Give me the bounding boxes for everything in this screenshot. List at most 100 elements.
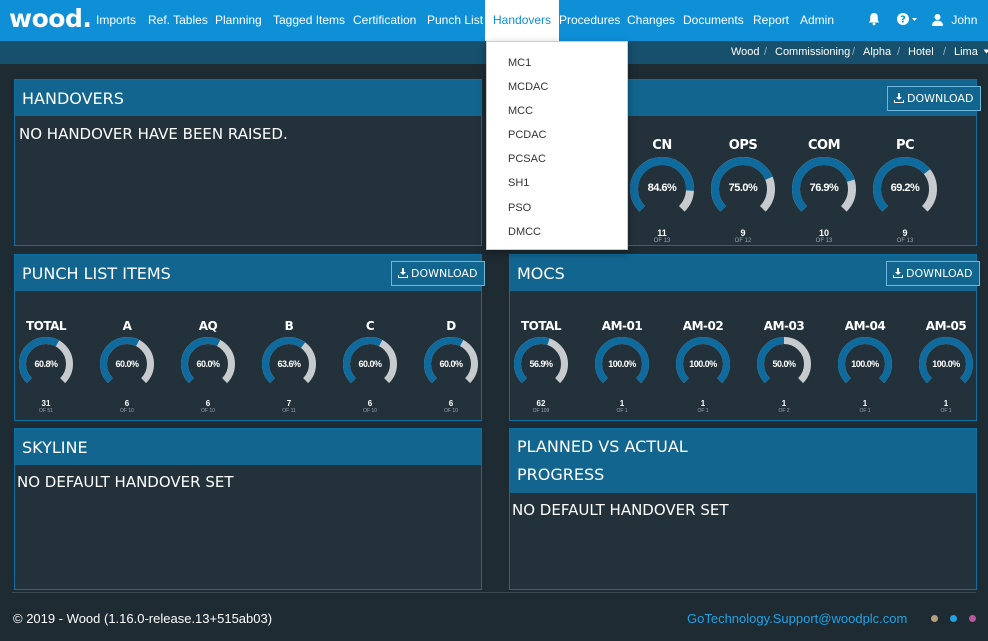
gauge-percent: 76.9% [809, 182, 839, 195]
menu-item-dmcc[interactable]: DMCC [508, 226, 541, 238]
bell-icon[interactable] [867, 0, 881, 41]
menu-item-mc1[interactable]: MC1 [508, 57, 531, 69]
menu-item-sh1[interactable]: SH1 [508, 177, 529, 189]
download-button[interactable]: DOWNLOAD [887, 86, 982, 111]
gauge-label: AM-02 [682, 319, 724, 333]
gauge-percent: 50.0% [772, 358, 796, 369]
nav-handovers[interactable]: Handovers [485, 0, 560, 41]
gauge-am-03[interactable]: AM-03 50.0% 1 OF 2 [746, 319, 822, 425]
download-icon [894, 93, 904, 103]
menu-item-mcc[interactable]: MCC [508, 105, 533, 117]
nav-punch-list[interactable]: Punch List [427, 0, 483, 41]
punch-list-panel: PUNCH LIST ITEMS DOWNLOAD TOTAL 60.8% 31 OF… [14, 254, 486, 421]
gauge-total[interactable]: TOTAL 60.8% 31 OF 51 [8, 319, 84, 425]
panel-header: PLANNED VS ACTUAL PROGRESS [510, 429, 976, 493]
panel-title: PUNCH LIST ITEMS [22, 264, 171, 283]
gauge-d[interactable]: D 60.0% 6 OF 10 [413, 319, 489, 425]
nav-procedures[interactable]: Procedures [559, 0, 620, 41]
user-icon [932, 14, 943, 26]
breadcrumb-hotel[interactable]: Hotel [908, 41, 934, 64]
gauge-total: OF 10 [363, 408, 377, 414]
breadcrumb-commissioning[interactable]: Commissioning [775, 41, 850, 64]
gauge-total: OF 11 [282, 408, 296, 414]
gauge-com[interactable]: COM 76.9% 10 OF 13 [781, 138, 867, 254]
gauge-total: OF 1 [940, 408, 952, 414]
gauge-label: D [446, 319, 456, 333]
download-icon [893, 268, 903, 278]
top-nav: wood. Imports Ref. Tables Planning Tagge… [0, 0, 988, 63]
gauge-label: OPS [728, 138, 758, 153]
nav-changes[interactable]: Changes [627, 0, 675, 41]
menu-item-pcsac[interactable]: PCSAC [508, 153, 546, 165]
nav-imports[interactable]: Imports [96, 0, 136, 41]
nav-report[interactable]: Report [753, 0, 789, 41]
gauge-am-04[interactable]: AM-04 100.0% 1 OF 1 [827, 319, 903, 425]
panel-header: HANDOVERS [15, 80, 481, 116]
theme-dot-purple[interactable] [969, 615, 976, 622]
empty-message: NO DEFAULT HANDOVER SET [17, 473, 234, 491]
breadcrumb-wood[interactable]: Wood [731, 41, 760, 64]
nav-certification[interactable]: Certification [353, 0, 416, 41]
empty-message: NO DEFAULT HANDOVER SET [512, 501, 729, 519]
theme-dot-tan[interactable] [931, 615, 938, 622]
gauge-cn[interactable]: CN 84.6% 11 OF 13 [619, 138, 705, 254]
gauge-label: TOTAL [25, 319, 67, 333]
gauge-total: OF 51 [39, 408, 53, 414]
gauge-label: AM-03 [763, 319, 805, 333]
gauge-percent: 100.0% [932, 358, 960, 369]
support-email-link[interactable]: GoTechnology.Support@woodplc.com [687, 611, 907, 626]
menu-item-pcdac[interactable]: PCDAC [508, 129, 547, 141]
gauge-total: OF 13 [896, 238, 914, 244]
nav-planning[interactable]: Planning [215, 0, 262, 41]
menu-item-pso[interactable]: PSO [508, 202, 531, 214]
nav-ref-tables[interactable]: Ref. Tables [148, 0, 208, 41]
breadcrumb-alpha[interactable]: Alpha [863, 41, 891, 64]
gauge-percent: 60.8% [34, 358, 58, 369]
nav-tagged-items[interactable]: Tagged Items [273, 0, 345, 41]
gauge-label: C [365, 319, 375, 333]
user-name: John [951, 13, 978, 27]
gauge-total: OF 12 [734, 238, 752, 244]
gauge-ops[interactable]: OPS 75.0% 9 OF 12 [700, 138, 786, 254]
breadcrumb-separator: / [764, 46, 768, 58]
breadcrumb-separator: / [897, 46, 901, 58]
gauge-count: 1 [943, 399, 949, 408]
user-menu[interactable]: John [931, 0, 988, 63]
gauge-total: OF 1 [616, 408, 628, 414]
gauge-count: 31 [41, 399, 51, 408]
gauge-total[interactable]: TOTAL 56.9% 62 OF 109 [503, 319, 579, 425]
gauge-label: A [122, 319, 132, 333]
panel-title: SKYLINE [22, 438, 88, 457]
gauge-pc[interactable]: PC 69.2% 9 OF 13 [862, 138, 948, 254]
gauge-percent: 60.0% [115, 358, 139, 369]
gauge-am-02[interactable]: AM-02 100.0% 1 OF 1 [665, 319, 741, 425]
theme-dot-blue[interactable] [950, 615, 957, 622]
gauge-total: OF 10 [201, 408, 215, 414]
gauge-b[interactable]: B 63.6% 7 OF 11 [251, 319, 327, 425]
panel-title: HANDOVERS [22, 89, 124, 108]
gauge-percent: 100.0% [608, 358, 636, 369]
gauge-count: 1 [862, 399, 868, 408]
download-button[interactable]: DOWNLOAD [886, 261, 981, 286]
help-icon[interactable]: ? [896, 0, 918, 41]
gauge-label: COM [807, 138, 841, 153]
nav-admin[interactable]: Admin [800, 0, 834, 41]
nav-documents[interactable]: Documents [683, 0, 744, 41]
download-button[interactable]: DOWNLOAD [391, 261, 486, 286]
gauge-am-01[interactable]: AM-01 100.0% 1 OF 1 [584, 319, 660, 425]
wood-logo[interactable]: wood. [9, 4, 92, 33]
footer: © 2019 - Wood (1.16.0-release.13+515ab03… [0, 597, 988, 641]
menu-item-mcdac[interactable]: MCDAC [508, 81, 548, 93]
gauge-label: TOTAL [520, 319, 562, 333]
panel-header: PUNCH LIST ITEMS DOWNLOAD [15, 255, 486, 291]
gauge-percent: 84.6% [647, 182, 677, 195]
gauge-count: 9 [740, 228, 746, 238]
breadcrumb-lima[interactable]: Lima [954, 41, 988, 64]
gauge-a[interactable]: A 60.0% 6 OF 10 [89, 319, 165, 425]
gauge-count: 1 [619, 399, 625, 408]
gauge-am-05[interactable]: AM-05 100.0% 1 OF 1 [908, 319, 984, 425]
gauge-c[interactable]: C 60.0% 6 OF 10 [332, 319, 408, 425]
gauge-aq[interactable]: AQ 60.0% 6 OF 10 [170, 319, 246, 425]
gauge-total: OF 109 [532, 408, 550, 414]
gauge-total: OF 1 [859, 408, 871, 414]
